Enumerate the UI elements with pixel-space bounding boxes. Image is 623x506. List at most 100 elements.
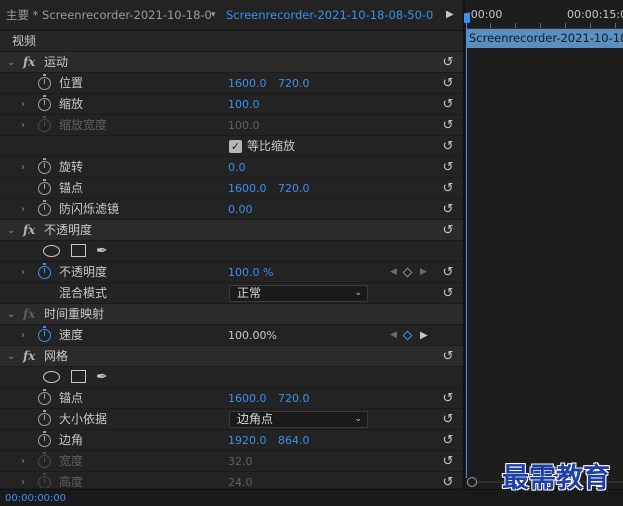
- anti-flicker-value[interactable]: 0.00: [228, 199, 253, 220]
- rectangle-mask-icon[interactable]: [71, 244, 86, 257]
- reset-icon[interactable]: ↺: [441, 115, 455, 136]
- reset-icon[interactable]: ↺: [441, 346, 455, 367]
- fx-icon[interactable]: fx: [23, 52, 35, 73]
- pen-tool-icon[interactable]: ✒: [96, 367, 108, 388]
- reset-icon[interactable]: ↺: [441, 199, 455, 220]
- chevron-right-icon[interactable]: ›: [21, 94, 31, 115]
- keyframe-next-icon[interactable]: ▶: [420, 325, 428, 346]
- time-ruler[interactable]: :00:00 00:00:15:0: [465, 0, 623, 29]
- mask-tools-row: ✒: [0, 367, 463, 388]
- reset-icon[interactable]: ↺: [441, 220, 455, 241]
- stopwatch-icon[interactable]: [38, 431, 51, 447]
- property-row-uniform-scale: ✓ 等比缩放 ↺: [0, 136, 463, 157]
- chevron-right-icon: ›: [21, 456, 25, 467]
- reset-icon[interactable]: ↺: [441, 388, 455, 409]
- reset-icon[interactable]: ↺: [441, 283, 455, 304]
- stopwatch-icon[interactable]: [38, 389, 51, 405]
- blend-mode-select[interactable]: 正常 ⌄: [229, 285, 368, 302]
- current-timecode[interactable]: 00:00:00:00: [5, 490, 66, 506]
- ruler-tick: [515, 23, 516, 28]
- property-row-opacity: › 不透明度 100.0 % ◀ ▶ ↺: [0, 262, 463, 283]
- reset-icon[interactable]: ↺: [441, 136, 455, 157]
- ellipse-mask-icon[interactable]: [43, 371, 60, 383]
- chevron-down-icon[interactable]: ⌄: [7, 346, 17, 367]
- reset-icon[interactable]: ↺: [441, 94, 455, 115]
- tab-master-clip[interactable]: 主要 * Screenrecorder-2021-10-18-08-...: [6, 0, 212, 31]
- reset-icon[interactable]: ↺: [441, 178, 455, 199]
- effect-time-remap-header[interactable]: ⌄ fx 时间重映射: [0, 304, 463, 325]
- position-y-value[interactable]: 720.0: [278, 73, 310, 94]
- ruler-tick-label: :00:00: [467, 8, 503, 21]
- position-x-value[interactable]: 1600.0: [228, 73, 267, 94]
- playhead-line[interactable]: [466, 23, 467, 478]
- chevron-down-icon[interactable]: ▾: [211, 0, 216, 31]
- property-row-corner: 边角 1920.0 864.0 ↺: [0, 430, 463, 451]
- ellipse-mask-icon[interactable]: [43, 245, 60, 257]
- property-label: 缩放: [59, 97, 84, 111]
- stopwatch-icon[interactable]: [38, 74, 51, 90]
- property-row-speed: › 速度 100.00% ◀ ▶: [0, 325, 463, 346]
- rotation-value[interactable]: 0.0: [228, 157, 246, 178]
- chevron-right-icon[interactable]: ›: [21, 157, 31, 178]
- stopwatch-icon[interactable]: [38, 200, 51, 216]
- watermark-logo: 最需教育: [502, 463, 610, 494]
- keyframe-add-icon[interactable]: [402, 267, 413, 278]
- keyframe-add-icon[interactable]: [402, 330, 413, 341]
- stopwatch-icon[interactable]: [38, 326, 51, 342]
- reset-icon[interactable]: ↺: [441, 73, 455, 94]
- section-video-label: 视频: [12, 34, 37, 48]
- corner-y-value[interactable]: 864.0: [278, 430, 310, 451]
- chevron-right-icon[interactable]: ›: [21, 325, 31, 346]
- size-from-select[interactable]: 边角点 ⌄: [229, 411, 368, 428]
- stopwatch-icon[interactable]: [38, 410, 51, 426]
- stopwatch-icon[interactable]: [38, 158, 51, 174]
- property-label: 边角: [59, 433, 84, 447]
- stopwatch-icon[interactable]: [38, 263, 51, 279]
- reset-icon[interactable]: ↺: [441, 157, 455, 178]
- playhead-handle[interactable]: [464, 13, 470, 23]
- chevron-right-icon[interactable]: ›: [21, 262, 31, 283]
- play-triangle-icon[interactable]: ▶: [446, 0, 454, 31]
- property-row-rotation: › 旋转 0.0 ↺: [0, 157, 463, 178]
- property-row-size-from: 大小依据 边角点 ⌄ ↺: [0, 409, 463, 430]
- reset-icon[interactable]: ↺: [441, 430, 455, 451]
- reset-icon[interactable]: ↺: [441, 262, 455, 283]
- effect-motion-header[interactable]: ⌄ fx 运动 ↺: [0, 52, 463, 73]
- rectangle-mask-icon[interactable]: [71, 370, 86, 383]
- grid-anchor-y-value[interactable]: 720.0: [278, 388, 310, 409]
- stopwatch-icon[interactable]: [38, 179, 51, 195]
- clip-bar[interactable]: Screenrecorder-2021-10-18-08-: [467, 29, 623, 48]
- grid-anchor-x-value[interactable]: 1600.0: [228, 388, 267, 409]
- corner-x-value[interactable]: 1920.0: [228, 430, 267, 451]
- scale-value[interactable]: 100.0: [228, 94, 260, 115]
- effect-grid-header[interactable]: ⌄ fx 网格 ↺: [0, 346, 463, 367]
- reset-icon[interactable]: ↺: [441, 409, 455, 430]
- keyframe-prev-icon[interactable]: ◀: [390, 325, 397, 346]
- effect-opacity-header[interactable]: ⌄ fx 不透明度 ↺: [0, 220, 463, 241]
- keyframe-next-icon[interactable]: ▶: [420, 262, 427, 283]
- property-row-anti-flicker: › 防闪烁滤镜 0.00 ↺: [0, 199, 463, 220]
- stopwatch-icon[interactable]: [38, 95, 51, 111]
- anchor-x-value[interactable]: 1600.0: [228, 178, 267, 199]
- chevron-right-icon[interactable]: ›: [21, 199, 31, 220]
- keyframe-prev-icon[interactable]: ◀: [390, 262, 397, 283]
- ruler-tick: [540, 23, 541, 28]
- reset-icon[interactable]: ↺: [441, 472, 455, 488]
- anchor-y-value[interactable]: 720.0: [278, 178, 310, 199]
- tab-active-clip[interactable]: Screenrecorder-2021-10-18-08-50-06...: [226, 0, 434, 31]
- chevron-down-icon[interactable]: ⌄: [7, 304, 17, 325]
- property-label: 速度: [59, 328, 84, 342]
- effect-timeline[interactable]: :00:00 00:00:15:0 Screenrecorder-2021-10…: [464, 0, 623, 489]
- reset-icon[interactable]: ↺: [441, 52, 455, 73]
- fx-icon[interactable]: fx: [23, 346, 35, 367]
- chevron-down-icon[interactable]: ⌄: [7, 220, 17, 241]
- fx-icon[interactable]: fx: [23, 220, 35, 241]
- chevron-down-icon[interactable]: ⌄: [7, 52, 17, 73]
- uniform-scale-checkbox[interactable]: ✓: [229, 140, 242, 153]
- chevron-down-icon: ⌄: [354, 288, 362, 298]
- opacity-value[interactable]: 100.0 %: [228, 262, 273, 283]
- zoom-scroll-handle[interactable]: [467, 477, 477, 487]
- pen-tool-icon[interactable]: ✒: [96, 241, 108, 262]
- stopwatch-icon: [38, 116, 51, 132]
- reset-icon[interactable]: ↺: [441, 451, 455, 472]
